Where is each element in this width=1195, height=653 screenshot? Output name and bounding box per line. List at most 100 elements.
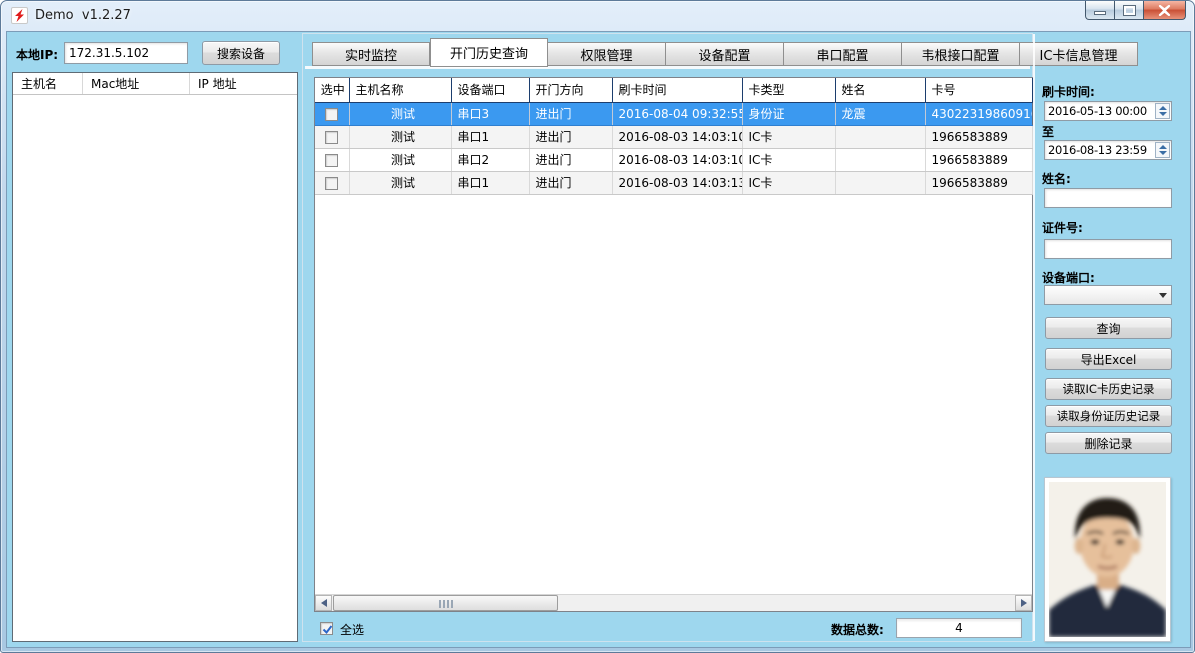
device-list[interactable]: 主机名 Mac地址 IP 地址	[12, 72, 298, 642]
cell-name	[835, 125, 925, 148]
title-bar: Demo v1.2.27	[1, 1, 1194, 31]
spinner-up-icon	[1159, 106, 1167, 110]
time-to-value: 2016-08-13 23:59	[1048, 143, 1147, 157]
device-list-header-mac: Mac地址	[83, 73, 190, 94]
cell-name	[835, 171, 925, 194]
records-table-container: 选中 主机名称 设备端口 开门方向 刷卡时间 卡类型 姓名 卡号	[314, 77, 1033, 612]
time-from-spinner[interactable]	[1155, 103, 1170, 119]
right-panel-separator	[1033, 34, 1035, 641]
cell-card-type: 身份证	[742, 102, 835, 125]
scroll-left-button[interactable]	[315, 595, 332, 611]
export-excel-button[interactable]: 导出Excel	[1045, 348, 1172, 370]
device-list-header: 主机名 Mac地址 IP 地址	[13, 73, 297, 95]
row-checkbox[interactable]	[325, 177, 338, 190]
tab-wiegand-config[interactable]: 韦根接口配置	[902, 42, 1020, 66]
device-port-label: 设备端口:	[1042, 269, 1095, 286]
tab-realtime-monitor[interactable]: 实时监控	[312, 42, 430, 66]
read-id-history-button[interactable]: 读取身份证历史记录	[1045, 405, 1172, 427]
cardholder-photo	[1049, 482, 1166, 637]
horizontal-scrollbar[interactable]	[315, 594, 1032, 611]
cell-host: 测试	[349, 125, 451, 148]
scroll-left-icon	[321, 599, 327, 607]
local-ip-input[interactable]	[64, 42, 188, 64]
row-checkbox[interactable]	[325, 154, 338, 167]
cell-card-type: IC卡	[742, 125, 835, 148]
minimize-button[interactable]	[1085, 1, 1115, 20]
table-row[interactable]: 测试 串口1 进出门 2016-08-03 14:03:13 IC卡 19665…	[315, 171, 1032, 194]
cell-port: 串口1	[451, 125, 529, 148]
tab-bar: 实时监控 开门历史查询 权限管理 设备配置 串口配置 韦根接口配置 IC卡信息管…	[312, 36, 1138, 66]
tab-device-config[interactable]: 设备配置	[666, 42, 784, 66]
table-row[interactable]: 测试 串口1 进出门 2016-08-03 14:03:10 IC卡 19665…	[315, 125, 1032, 148]
scroll-right-icon	[1021, 599, 1027, 607]
cell-direction: 进出门	[529, 125, 612, 148]
col-header-card-type[interactable]: 卡类型	[742, 78, 835, 102]
cell-host: 测试	[349, 148, 451, 171]
name-input[interactable]	[1044, 188, 1172, 208]
col-header-host[interactable]: 主机名称	[349, 78, 451, 102]
app-logo-icon	[11, 7, 28, 24]
spinner-down-icon	[1159, 151, 1167, 155]
scroll-right-button[interactable]	[1015, 595, 1032, 611]
tab-permissions[interactable]: 权限管理	[548, 42, 666, 66]
col-header-direction[interactable]: 开门方向	[529, 78, 612, 102]
cell-port: 串口1	[451, 171, 529, 194]
scrollbar-thumb[interactable]	[333, 595, 558, 611]
device-port-select[interactable]	[1044, 285, 1172, 305]
close-button[interactable]	[1144, 1, 1186, 20]
row-checkbox[interactable]	[325, 131, 338, 144]
col-header-name[interactable]: 姓名	[835, 78, 925, 102]
cell-time: 2016-08-03 14:03:13	[612, 171, 742, 194]
col-header-time[interactable]: 刷卡时间	[612, 78, 742, 102]
local-ip-label: 本地IP:	[16, 46, 58, 63]
time-from-field[interactable]: 2016-05-13 00:00	[1044, 101, 1172, 121]
cell-card-type: IC卡	[742, 171, 835, 194]
time-to-field[interactable]: 2016-08-13 23:59	[1044, 140, 1172, 160]
scrollbar-grip-icon	[439, 600, 453, 608]
chevron-down-icon	[1159, 293, 1167, 298]
select-all-checkbox[interactable]	[320, 622, 333, 635]
window-title: Demo v1.2.27	[35, 8, 131, 23]
cell-time: 2016-08-03 14:03:10	[612, 148, 742, 171]
query-button[interactable]: 查询	[1045, 317, 1172, 339]
minimize-icon	[1094, 11, 1106, 15]
table-row[interactable]: 测试 串口2 进出门 2016-08-03 14:03:10 IC卡 19665…	[315, 148, 1032, 171]
col-header-port[interactable]: 设备端口	[451, 78, 529, 102]
name-label: 姓名:	[1042, 170, 1071, 187]
tab-open-door-history[interactable]: 开门历史查询	[430, 38, 548, 67]
read-ic-history-button[interactable]: 读取IC卡历史记录	[1045, 378, 1172, 400]
id-number-input[interactable]	[1044, 239, 1172, 259]
tab-serial-config[interactable]: 串口配置	[784, 42, 902, 66]
maximize-icon	[1124, 6, 1135, 15]
time-from-value: 2016-05-13 00:00	[1048, 104, 1147, 118]
maximize-button[interactable]	[1115, 1, 1144, 20]
table-row[interactable]: 测试 串口3 进出门 2016-08-04 09:32:55 身份证 龙震 43…	[315, 102, 1032, 125]
cell-port: 串口2	[451, 148, 529, 171]
cell-card-no: 1966583889	[925, 125, 1032, 148]
id-number-label: 证件号:	[1042, 219, 1083, 236]
records-table-header-row: 选中 主机名称 设备端口 开门方向 刷卡时间 卡类型 姓名 卡号	[315, 78, 1032, 102]
row-checkbox[interactable]	[325, 108, 338, 121]
cell-card-no: 430223198609164219	[925, 102, 1032, 125]
delete-records-button[interactable]: 删除记录	[1045, 432, 1172, 454]
device-list-header-hostname: 主机名	[13, 73, 83, 94]
cell-time: 2016-08-04 09:32:55	[612, 102, 742, 125]
total-count-label: 数据总数:	[831, 621, 884, 638]
tab-ic-card-info[interactable]: IC卡信息管理	[1020, 42, 1138, 66]
select-all-label: 全选	[340, 621, 364, 638]
tab-underline	[305, 66, 1030, 69]
close-icon	[1158, 5, 1171, 16]
cell-direction: 进出门	[529, 171, 612, 194]
cell-port: 串口3	[451, 102, 529, 125]
content-area: 本地IP: 搜索设备 主机名 Mac地址 IP 地址 实时监控 开门历史查询 权…	[6, 31, 1191, 648]
to-label: 至	[1042, 123, 1054, 140]
col-header-card-no[interactable]: 卡号	[925, 78, 1032, 102]
cell-name	[835, 148, 925, 171]
cell-direction: 进出门	[529, 102, 612, 125]
cell-direction: 进出门	[529, 148, 612, 171]
time-to-spinner[interactable]	[1155, 142, 1170, 158]
col-header-selected[interactable]: 选中	[315, 78, 349, 102]
app-window: Demo v1.2.27 本地IP: 搜索设备 主机名 Mac地址 IP 地址	[0, 0, 1195, 653]
cardholder-photo-frame	[1044, 477, 1171, 642]
search-devices-button[interactable]: 搜索设备	[202, 41, 280, 65]
